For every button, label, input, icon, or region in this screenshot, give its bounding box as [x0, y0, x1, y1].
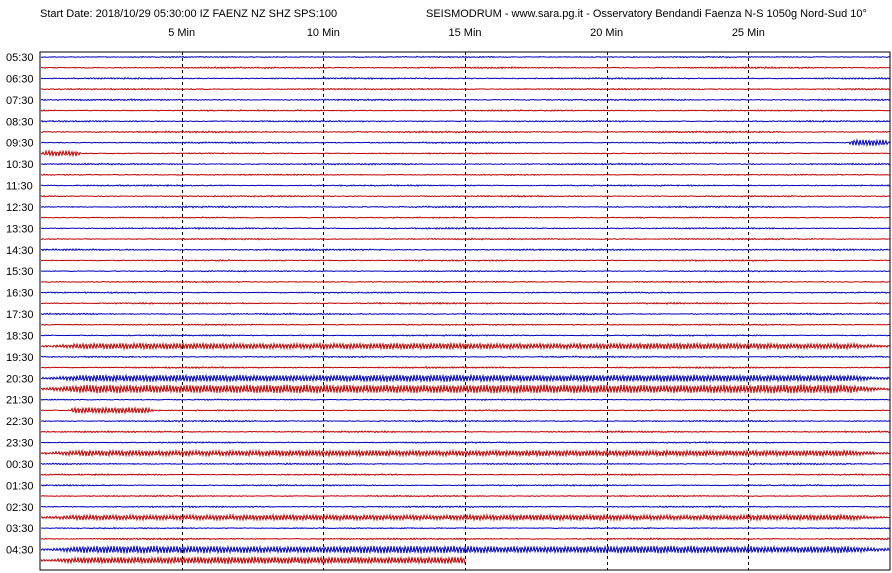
- hour-label: 18:30: [6, 330, 34, 342]
- seismic-trace: [40, 505, 891, 509]
- hour-label: 09:30: [6, 138, 34, 150]
- seismic-trace: [40, 258, 891, 262]
- hour-label: 22:30: [6, 416, 34, 428]
- seismic-trace: [40, 312, 891, 316]
- hour-label: 10:30: [6, 159, 34, 171]
- seismic-trace: [40, 419, 891, 423]
- hour-label: 01:30: [6, 480, 34, 492]
- seismic-trace: [40, 323, 891, 327]
- helicorder-plot: 05:30 06:30 07:30 08:30 09:30 10:30 11:30 12:30…: [6, 51, 891, 571]
- hour-label: 12:30: [6, 202, 34, 214]
- seismic-trace: [40, 462, 891, 466]
- hour-label: 19:30: [6, 352, 34, 364]
- seismic-trace: [40, 205, 891, 209]
- seismic-trace: [40, 301, 891, 305]
- hour-label: 16:30: [6, 288, 34, 300]
- seismic-trace: [40, 555, 466, 566]
- seismic-trace: [40, 226, 891, 231]
- seismic-trace: [40, 65, 891, 70]
- hour-label: 23:30: [6, 438, 34, 450]
- hour-label: 17:30: [6, 309, 34, 321]
- seismic-trace: [40, 162, 891, 166]
- hour-label: 11:30: [6, 181, 33, 193]
- seismic-trace: [40, 441, 891, 444]
- hour-label: 04:30: [6, 545, 34, 557]
- seismic-trace: [40, 269, 891, 273]
- seismic-trace: [40, 526, 891, 530]
- seismic-trace: [40, 448, 891, 458]
- hour-label: 20:30: [6, 373, 34, 385]
- seismic-trace: [40, 194, 891, 198]
- hour-label: 05:30: [6, 52, 34, 64]
- minute-grid: [182, 52, 749, 570]
- hour-label: 15:30: [6, 266, 34, 278]
- hour-labels: 05:30 06:30 07:30 08:30 09:30 10:30 11:30 12:30…: [6, 52, 34, 557]
- seismic-trace: [40, 119, 891, 123]
- hour-label: 13:30: [6, 223, 34, 235]
- seismic-trace: [40, 398, 891, 402]
- hour-label: 00:30: [6, 459, 34, 471]
- hour-label: 02:30: [6, 502, 34, 514]
- seismic-trace: [40, 55, 891, 59]
- hour-label: 14:30: [6, 245, 34, 257]
- hour-label: 08:30: [6, 116, 34, 128]
- hour-label: 06:30: [6, 73, 34, 85]
- seismic-trace: [40, 355, 891, 359]
- hour-label: 21:30: [6, 395, 34, 407]
- hour-label: 07:30: [6, 95, 34, 107]
- hour-label: 03:30: [6, 523, 34, 535]
- seismic-trace: [40, 365, 891, 370]
- seismic-trace: [40, 109, 891, 112]
- seismic-trace: [40, 216, 891, 219]
